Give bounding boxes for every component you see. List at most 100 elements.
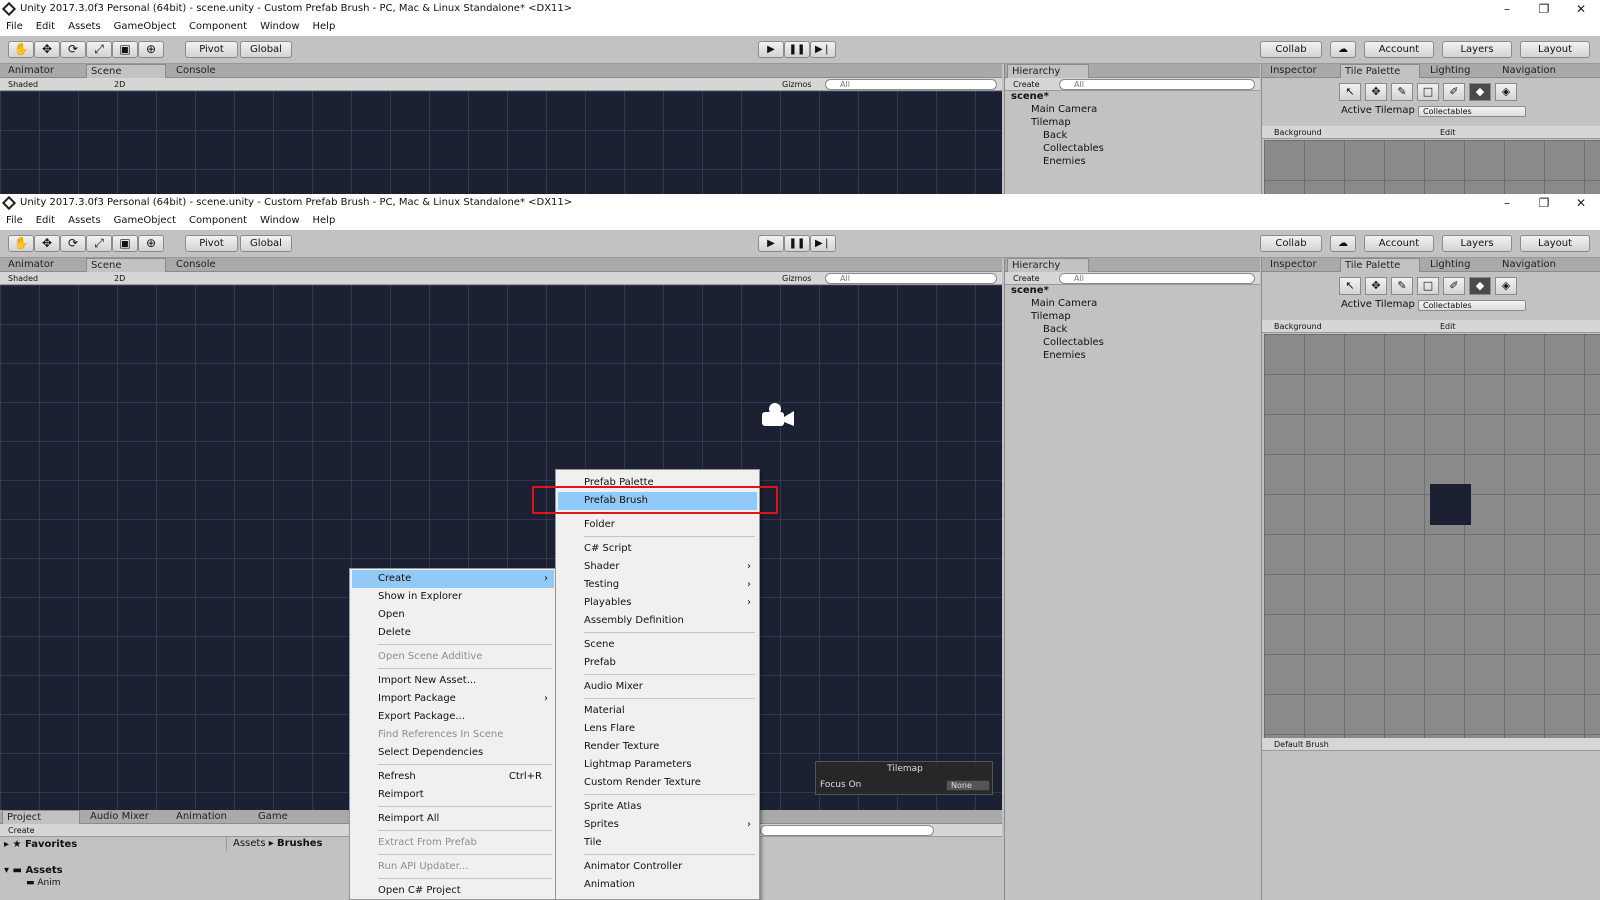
active-tilemap-dropdown[interactable]: Collectables (1418, 300, 1526, 311)
transform-tool-icon[interactable]: ⊕ (138, 41, 164, 58)
box-fill-tool-icon[interactable]: □ (1417, 277, 1439, 295)
account-dropdown[interactable]: Account (1364, 41, 1434, 58)
hierarchy-scene-root[interactable]: scene* (1011, 91, 1049, 102)
rotate-tool-icon[interactable]: ⟳ (60, 41, 86, 58)
transform-tool-icon[interactable]: ⊕ (138, 235, 164, 252)
select-tool-icon[interactable]: ↖ (1339, 277, 1361, 295)
menu-item-sprites[interactable]: Sprites › (558, 816, 757, 834)
menu-item-render-texture[interactable]: Render Texture (558, 738, 757, 756)
menu-item-custom-render-texture[interactable]: Custom Render Texture (558, 774, 757, 792)
menu-item-open[interactable]: Open (352, 606, 554, 624)
menu-item-create[interactable]: Create › (352, 570, 554, 588)
hierarchy-item[interactable]: Tilemap (1031, 117, 1071, 128)
global-button[interactable]: Global (240, 235, 292, 252)
palette-tile[interactable] (1430, 484, 1471, 525)
shaded-dropdown[interactable]: Shaded (4, 273, 104, 284)
tab-inspector[interactable]: Inspector (1266, 258, 1321, 272)
move-tool-icon[interactable]: ✥ (1365, 83, 1387, 101)
menu-window[interactable]: Window (260, 18, 299, 36)
tab-tile-palette[interactable]: Tile Palette (1340, 64, 1420, 78)
2d-toggle[interactable]: 2D (110, 273, 130, 284)
menu-item-playables[interactable]: Playables › (558, 594, 757, 612)
palette-dropdown[interactable]: Background (1270, 321, 1430, 332)
menu-help[interactable]: Help (313, 18, 336, 36)
hand-tool-icon[interactable]: ✋ (8, 235, 34, 252)
play-button[interactable]: ▶ (758, 41, 784, 58)
gizmos-dropdown[interactable]: Gizmos (778, 79, 818, 90)
tab-project[interactable]: Project (2, 810, 80, 824)
move-tool-icon[interactable]: ✥ (34, 41, 60, 58)
tab-animator[interactable]: Animator (4, 64, 58, 78)
menu-help[interactable]: Help (313, 212, 336, 230)
hierarchy-item[interactable]: Enemies (1043, 156, 1086, 167)
hierarchy-item[interactable]: Collectables (1043, 143, 1104, 154)
tab-scene[interactable]: Scene (86, 64, 166, 78)
menu-item-lens-flare[interactable]: Lens Flare (558, 720, 757, 738)
hierarchy-item[interactable]: Back (1043, 130, 1067, 141)
select-tool-icon[interactable]: ↖ (1339, 83, 1361, 101)
active-tilemap-dropdown[interactable]: Collectables (1418, 106, 1526, 117)
menu-item-delete[interactable]: Delete (352, 624, 554, 642)
menu-item-animation[interactable]: Animation (558, 876, 757, 894)
menu-item-open-cs-project[interactable]: Open C# Project (352, 882, 554, 900)
cloud-icon[interactable]: ☁ (1330, 41, 1356, 58)
picker-tool-icon[interactable]: ✐ (1443, 83, 1465, 101)
brush-dropdown[interactable]: Default Brush (1270, 739, 1430, 750)
palette-edit-button[interactable]: Edit (1436, 321, 1466, 332)
menu-item-audio-mixer[interactable]: Audio Mixer (558, 678, 757, 696)
menu-component[interactable]: Component (189, 212, 247, 230)
menu-item-show-in-explorer[interactable]: Show in Explorer (352, 588, 554, 606)
menu-item-export-package[interactable]: Export Package... (352, 708, 554, 726)
focus-on-dropdown[interactable]: None (946, 780, 990, 791)
scene-view[interactable] (0, 91, 1002, 194)
project-create-dropdown[interactable]: Create (4, 825, 48, 836)
collab-button[interactable]: Collab (1260, 41, 1322, 58)
scene-search-input[interactable]: All (825, 273, 997, 284)
menu-assets[interactable]: Assets (68, 18, 101, 36)
menu-assets[interactable]: Assets (68, 212, 101, 230)
tab-hierarchy[interactable]: Hierarchy (1007, 258, 1089, 272)
hierarchy-create-dropdown[interactable]: Create (1009, 79, 1049, 90)
tab-tile-palette[interactable]: Tile Palette (1340, 258, 1420, 272)
tab-game[interactable]: Game (254, 810, 292, 824)
menu-gameobject[interactable]: GameObject (114, 18, 176, 36)
pivot-button[interactable]: Pivot (185, 235, 238, 252)
menu-edit[interactable]: Edit (36, 212, 55, 230)
breadcrumb-brushes[interactable]: Brushes (277, 838, 322, 849)
pivot-button[interactable]: Pivot (185, 41, 238, 58)
rect-tool-icon[interactable]: ▣ (112, 41, 138, 58)
layout-dropdown[interactable]: Layout (1520, 235, 1590, 252)
global-button[interactable]: Global (240, 41, 292, 58)
menu-item-animator-controller[interactable]: Animator Controller (558, 858, 757, 876)
move-tool-icon[interactable]: ✥ (34, 235, 60, 252)
menu-item-import-new-asset[interactable]: Import New Asset... (352, 672, 554, 690)
layers-dropdown[interactable]: Layers (1442, 41, 1512, 58)
palette-grid[interactable] (1264, 140, 1600, 194)
tab-animation[interactable]: Animation (172, 810, 231, 824)
scale-tool-icon[interactable]: ⤢ (86, 235, 112, 252)
project-search-input[interactable] (760, 825, 934, 836)
tab-animator[interactable]: Animator (4, 258, 58, 272)
tab-navigation[interactable]: Navigation (1498, 258, 1560, 272)
rotate-tool-icon[interactable]: ⟳ (60, 235, 86, 252)
hierarchy-item[interactable]: Tilemap (1031, 311, 1071, 322)
account-dropdown[interactable]: Account (1364, 235, 1434, 252)
fill-tool-icon[interactable]: ◈ (1495, 83, 1517, 101)
menu-item-import-package[interactable]: Import Package › (352, 690, 554, 708)
menu-window[interactable]: Window (260, 212, 299, 230)
menu-item-sprite-atlas[interactable]: Sprite Atlas (558, 798, 757, 816)
tab-navigation[interactable]: Navigation (1498, 64, 1560, 78)
box-fill-tool-icon[interactable]: □ (1417, 83, 1439, 101)
eraser-tool-icon[interactable]: ◆ (1469, 277, 1491, 295)
paint-tool-icon[interactable]: ✎ (1391, 83, 1413, 101)
menu-item-scene[interactable]: Scene (558, 636, 757, 654)
hierarchy-search-input[interactable]: All (1059, 79, 1255, 90)
hand-tool-icon[interactable]: ✋ (8, 41, 34, 58)
minimize-button[interactable]: – (1490, 0, 1524, 18)
2d-toggle[interactable]: 2D (110, 79, 130, 90)
play-button[interactable]: ▶ (758, 235, 784, 252)
menu-item-reimport-all[interactable]: Reimport All (352, 810, 554, 828)
menu-gameobject[interactable]: GameObject (114, 212, 176, 230)
menu-file[interactable]: File (6, 18, 23, 36)
tab-audio-mixer[interactable]: Audio Mixer (86, 810, 153, 824)
